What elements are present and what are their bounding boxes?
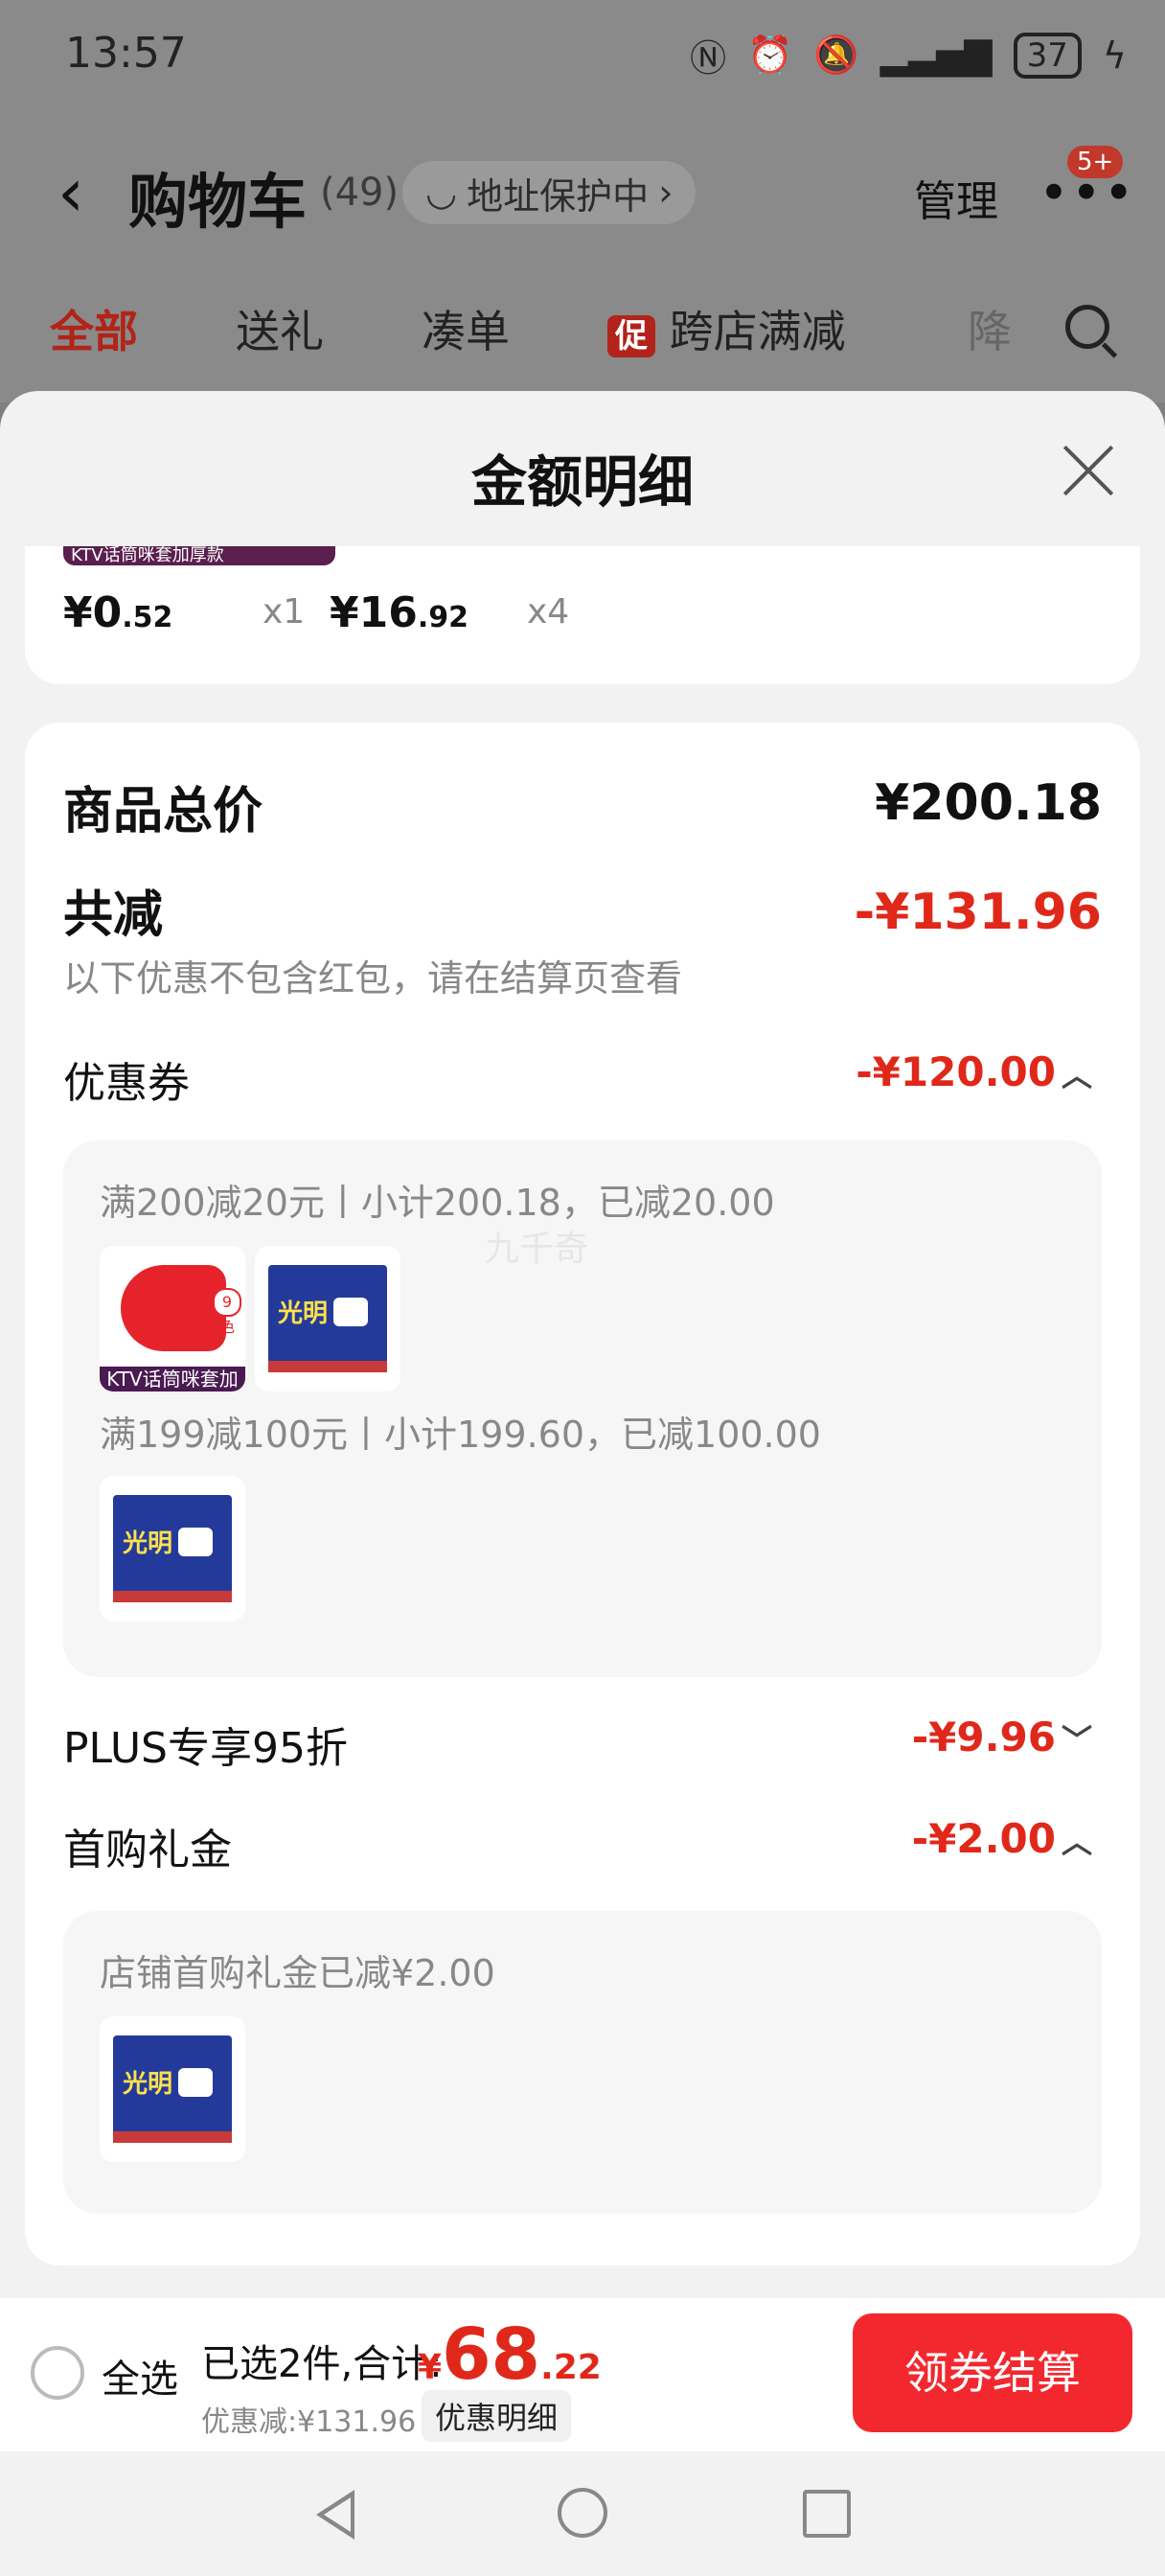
tab-price-drop[interactable]: 降: [968, 297, 1012, 360]
coupon-panel: 满200减20元丨小计200.18，已减20.00 九千奇 9色 KTV话筒咪套…: [63, 1140, 1102, 1677]
select-all-checkbox[interactable]: [31, 2346, 84, 2400]
first-gift-label: 首购礼金: [63, 1826, 232, 1874]
manage-button[interactable]: 管理: [914, 167, 998, 228]
cart-background: 13:57 Ⓝ ⏰ 🔕 ▂▃▅▇ 37 ϟ ‹ 购物车 (49) ◡ 地址保护中…: [0, 0, 1165, 402]
status-time: 13:57: [65, 29, 187, 78]
selected-summary: 已选2件,合计:: [201, 2342, 443, 2386]
smile-icon: ◡: [425, 172, 458, 214]
tab-cross-store[interactable]: 促 跨店满减: [607, 297, 846, 360]
milk-box-image: 光明: [113, 2036, 232, 2143]
status-icons: Ⓝ ⏰ 🔕 ▂▃▅▇ 37 ϟ: [690, 29, 1127, 81]
close-icon[interactable]: [1060, 441, 1117, 498]
brand-text: 光明: [123, 2070, 173, 2099]
amount-detail-sheet: 金额明细 KTV话筒咪套加厚款 ¥0.52 x1 ¥16.92 x4 商品总价 …: [0, 391, 1165, 2576]
status-bar: 13:57 Ⓝ ⏰ 🔕 ▂▃▅▇ 37 ϟ: [0, 0, 1165, 115]
checkout-button[interactable]: 领券结算: [853, 2313, 1132, 2432]
checkout-bar: 全选 已选2件,合计: ¥68.22 优惠减:¥131.96 优惠明细 领券结算: [0, 2298, 1165, 2451]
total-value: ¥200.18: [875, 774, 1102, 832]
coupon-group-text: 满200减20元丨小计200.18，已减20.00: [100, 1182, 775, 1224]
battery-icon: 37: [1013, 32, 1082, 79]
item-qty: x4: [527, 592, 570, 632]
plus-value[interactable]: -¥9.96 ﹀: [912, 1714, 1092, 1760]
mute-icon: 🔕: [813, 34, 859, 76]
tab-bundle[interactable]: 凑单: [422, 297, 510, 360]
amount-breakdown-card: 商品总价 ¥200.18 共减 -¥131.96 以下优惠不包含红包，请在结算页…: [25, 723, 1140, 2266]
first-gift-value[interactable]: -¥2.00 ︿: [912, 1815, 1092, 1862]
item-price: ¥16.92: [330, 588, 469, 637]
mic-cover-image: [121, 1265, 226, 1351]
plus-label: PLUS专享95折: [63, 1724, 348, 1773]
item-summary-card: KTV话筒咪套加厚款 ¥0.52 x1 ¥16.92 x4: [25, 546, 1140, 684]
nav-back-icon[interactable]: [316, 2490, 354, 2540]
back-icon[interactable]: ‹: [57, 153, 84, 232]
chevron-up-icon: ︿: [1061, 1824, 1092, 1860]
coupon-label: 优惠券: [63, 1059, 190, 1108]
nfc-icon: Ⓝ: [690, 37, 727, 80]
nav-recents-icon[interactable]: [803, 2490, 851, 2538]
brand-text: 光明: [278, 1300, 329, 1328]
item-price: ¥0.52: [63, 588, 173, 637]
signal-icon: ▂▃▅▇: [879, 34, 993, 77]
total-amount: ¥68.22: [418, 2313, 602, 2396]
item-label-strip: KTV话筒咪套加厚款: [63, 546, 335, 565]
select-all-label[interactable]: 全选: [102, 2348, 178, 2404]
milk-box-image: 光明: [268, 1265, 387, 1372]
notification-badge: 5+: [1067, 146, 1124, 178]
address-protect-chip[interactable]: ◡ 地址保护中 ›: [402, 161, 697, 224]
item-qty: x1: [263, 592, 306, 632]
first-gift-text: 店铺首购礼金已减¥2.00: [100, 1952, 495, 1994]
chevron-up-icon: ︿: [1061, 1057, 1092, 1093]
discount-value: -¥131.96: [854, 884, 1102, 941]
charging-icon: ϟ: [1102, 34, 1127, 77]
color-badge: 9色: [213, 1288, 241, 1336]
chevron-down-icon: ﹀: [1061, 1722, 1092, 1759]
page-title: 购物车: [128, 167, 308, 237]
address-protect-label: 地址保护中: [467, 174, 650, 218]
discount-note: 以下优惠不包含红包，请在结算页查看: [63, 957, 683, 1000]
tab-gift[interactable]: 送礼: [236, 297, 324, 360]
discount-summary: 优惠减:¥131.96: [201, 2405, 417, 2439]
promo-tag: 促: [607, 315, 655, 357]
coupon-value[interactable]: -¥120.00 ︿: [856, 1048, 1092, 1095]
discount-details-button[interactable]: 优惠明细: [422, 2390, 572, 2442]
discount-label: 共减: [63, 886, 164, 944]
coupon-group-text: 满199减100元丨小计199.60，已减100.00: [100, 1414, 821, 1456]
nav-home-icon[interactable]: [558, 2488, 607, 2538]
sheet-title: 金额明细: [470, 449, 694, 515]
first-gift-panel: 店铺首购礼金已减¥2.00 光明: [63, 1911, 1102, 2214]
cart-count: (49): [320, 171, 400, 215]
milk-box-image: 光明: [113, 1495, 232, 1602]
tab-all[interactable]: 全部: [50, 297, 138, 360]
tab-cross-store-label: 跨店满减: [669, 306, 846, 357]
total-label: 商品总价: [63, 783, 263, 840]
product-thumb-milk[interactable]: 光明: [100, 1476, 245, 1622]
product-thumb-mic[interactable]: 9色 KTV话筒咪套加厚款: [100, 1246, 245, 1392]
brand-text: 光明: [123, 1530, 173, 1558]
product-thumb-milk[interactable]: 光明: [100, 2016, 245, 2162]
search-icon[interactable]: [1065, 305, 1109, 349]
watermark: 九千奇: [485, 1230, 589, 1269]
chevron-right-icon: ›: [658, 172, 674, 214]
mic-image-label: KTV话筒咪套加厚款: [100, 1367, 245, 1392]
system-nav-bar: [0, 2451, 1165, 2576]
alarm-icon: ⏰: [747, 34, 793, 76]
product-thumb-milk[interactable]: 光明: [255, 1246, 400, 1392]
